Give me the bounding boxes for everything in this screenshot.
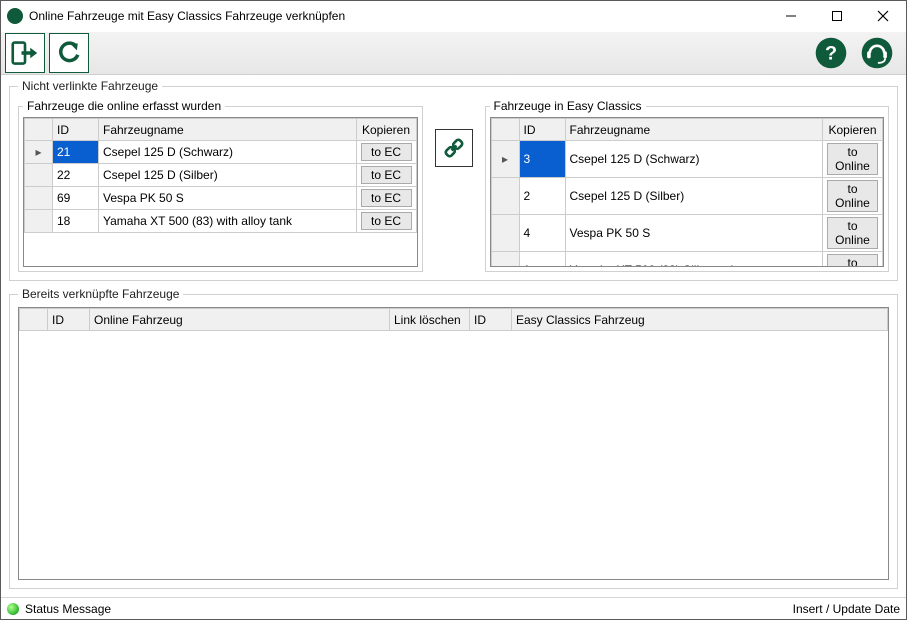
col-hdr-id[interactable]: ID xyxy=(48,309,90,331)
app-icon xyxy=(7,8,23,24)
cell-id[interactable]: 69 xyxy=(53,187,99,210)
online-copy-button[interactable]: to EC xyxy=(361,166,412,184)
ec-copy-button[interactable]: to Online xyxy=(827,143,878,175)
link-button[interactable] xyxy=(435,129,473,167)
ec-copy-button[interactable]: to Online xyxy=(827,180,878,212)
row-header[interactable] xyxy=(491,252,519,268)
table-row[interactable]: ▸21Csepel 125 D (Schwarz)to EC xyxy=(25,141,417,164)
cell-copy: to EC xyxy=(356,164,416,187)
table-row[interactable]: 4Vespa PK 50 Sto Online xyxy=(491,215,883,252)
cell-vehicle-name[interactable]: Yamaha XT 500 (83) Silbertank xyxy=(565,252,823,268)
export-button[interactable] xyxy=(5,33,45,73)
cell-copy: to EC xyxy=(356,141,416,164)
col-hdr-delete-link[interactable]: Link löschen xyxy=(390,309,470,331)
unlinked-vehicles-legend: Nicht verlinkte Fahrzeuge xyxy=(18,79,162,93)
cell-vehicle-name[interactable]: Vespa PK 50 S xyxy=(99,187,357,210)
linked-vehicles-legend: Bereits verknüpfte Fahrzeuge xyxy=(18,287,183,301)
col-hdr-id[interactable]: ID xyxy=(519,119,565,141)
table-row[interactable]: 69Vespa PK 50 Sto EC xyxy=(25,187,417,210)
cell-vehicle-name[interactable]: Csepel 125 D (Schwarz) xyxy=(565,141,823,178)
cell-id[interactable]: 2 xyxy=(519,178,565,215)
unlinked-vehicles-group: Nicht verlinkte Fahrzeuge Fahrzeuge die … xyxy=(9,79,898,281)
online-vehicles-legend: Fahrzeuge die online erfasst wurden xyxy=(23,99,225,113)
online-copy-button[interactable]: to EC xyxy=(361,143,412,161)
status-right-text: Insert / Update Date xyxy=(793,602,900,616)
ec-copy-button[interactable]: to Online xyxy=(827,254,878,267)
cell-vehicle-name[interactable]: Vespa PK 50 S xyxy=(565,215,823,252)
link-icon-container xyxy=(431,99,477,167)
cell-id[interactable]: 3 xyxy=(519,141,565,178)
cell-vehicle-name[interactable]: Yamaha XT 500 (83) with alloy tank xyxy=(99,210,357,233)
ec-vehicles-legend: Fahrzeuge in Easy Classics xyxy=(490,99,646,113)
window-title: Online Fahrzeuge mit Easy Classics Fahrz… xyxy=(29,9,768,23)
maximize-button[interactable] xyxy=(814,1,860,31)
cell-vehicle-name[interactable]: Csepel 125 D (Silber) xyxy=(565,178,823,215)
table-row[interactable]: 2Csepel 125 D (Silber)to Online xyxy=(491,178,883,215)
col-hdr-ec-vehicle[interactable]: Easy Classics Fahrzeug xyxy=(512,309,888,331)
ec-copy-button[interactable]: to Online xyxy=(827,217,878,249)
minimize-button[interactable] xyxy=(768,1,814,31)
row-header[interactable] xyxy=(25,164,53,187)
col-hdr-copy[interactable]: Kopieren xyxy=(823,119,883,141)
linked-vehicles-group: Bereits verknüpfte Fahrzeuge ID Online F… xyxy=(9,287,898,589)
cell-copy: to Online xyxy=(823,215,883,252)
online-copy-button[interactable]: to EC xyxy=(361,212,412,230)
cell-copy: to Online xyxy=(823,252,883,268)
svg-text:?: ? xyxy=(825,42,837,64)
cell-copy: to EC xyxy=(356,187,416,210)
row-header-col xyxy=(20,309,48,331)
row-header[interactable]: ▸ xyxy=(25,141,53,164)
row-header[interactable] xyxy=(25,210,53,233)
content-area: Nicht verlinkte Fahrzeuge Fahrzeuge die … xyxy=(1,75,906,597)
cell-copy: to Online xyxy=(823,141,883,178)
window-controls xyxy=(768,1,906,31)
col-hdr-id[interactable]: ID xyxy=(53,119,99,141)
support-button[interactable] xyxy=(856,32,898,74)
cell-id[interactable]: 21 xyxy=(53,141,99,164)
cell-vehicle-name[interactable]: Csepel 125 D (Schwarz) xyxy=(99,141,357,164)
cell-vehicle-name[interactable]: Csepel 125 D (Silber) xyxy=(99,164,357,187)
table-row[interactable]: 18Yamaha XT 500 (83) with alloy tankto E… xyxy=(25,210,417,233)
cell-copy: to Online xyxy=(823,178,883,215)
toolbar: ? xyxy=(1,31,906,75)
linked-vehicles-grid[interactable]: ID Online Fahrzeug Link löschen ID Easy … xyxy=(18,307,889,580)
ec-vehicles-grid[interactable]: ID Fahrzeugname Kopieren ▸3Csepel 125 D … xyxy=(490,117,885,267)
cell-id[interactable]: 18 xyxy=(53,210,99,233)
cell-id[interactable]: 4 xyxy=(519,215,565,252)
row-header[interactable]: ▸ xyxy=(491,141,519,178)
online-copy-button[interactable]: to EC xyxy=(361,189,412,207)
statusbar: Status Message Insert / Update Date xyxy=(1,597,906,619)
col-hdr-online-vehicle[interactable]: Online Fahrzeug xyxy=(90,309,390,331)
row-header[interactable] xyxy=(491,215,519,252)
row-header[interactable] xyxy=(491,178,519,215)
col-hdr-name[interactable]: Fahrzeugname xyxy=(565,119,823,141)
refresh-button[interactable] xyxy=(49,33,89,73)
col-hdr-name[interactable]: Fahrzeugname xyxy=(99,119,357,141)
close-button[interactable] xyxy=(860,1,906,31)
row-header-col xyxy=(491,119,519,141)
online-vehicles-group: Fahrzeuge die online erfasst wurden ID F… xyxy=(18,99,423,272)
cell-id[interactable]: 1 xyxy=(519,252,565,268)
row-header[interactable] xyxy=(25,187,53,210)
table-row[interactable]: ▸3Csepel 125 D (Schwarz)to Online xyxy=(491,141,883,178)
col-hdr-id2[interactable]: ID xyxy=(470,309,512,331)
titlebar: Online Fahrzeuge mit Easy Classics Fahrz… xyxy=(1,1,906,31)
table-row[interactable]: 1Yamaha XT 500 (83) Silbertank to Online xyxy=(491,252,883,268)
col-hdr-copy[interactable]: Kopieren xyxy=(356,119,416,141)
online-vehicles-grid[interactable]: ID Fahrzeugname Kopieren ▸21Csepel 125 D… xyxy=(23,117,418,267)
table-row[interactable]: 22Csepel 125 D (Silber)to EC xyxy=(25,164,417,187)
status-indicator-icon xyxy=(7,603,19,615)
help-button[interactable]: ? xyxy=(810,32,852,74)
ec-vehicles-group: Fahrzeuge in Easy Classics ID Fahrzeugna… xyxy=(485,99,890,272)
status-text: Status Message xyxy=(25,602,111,616)
cell-copy: to EC xyxy=(356,210,416,233)
row-header-col xyxy=(25,119,53,141)
cell-id[interactable]: 22 xyxy=(53,164,99,187)
